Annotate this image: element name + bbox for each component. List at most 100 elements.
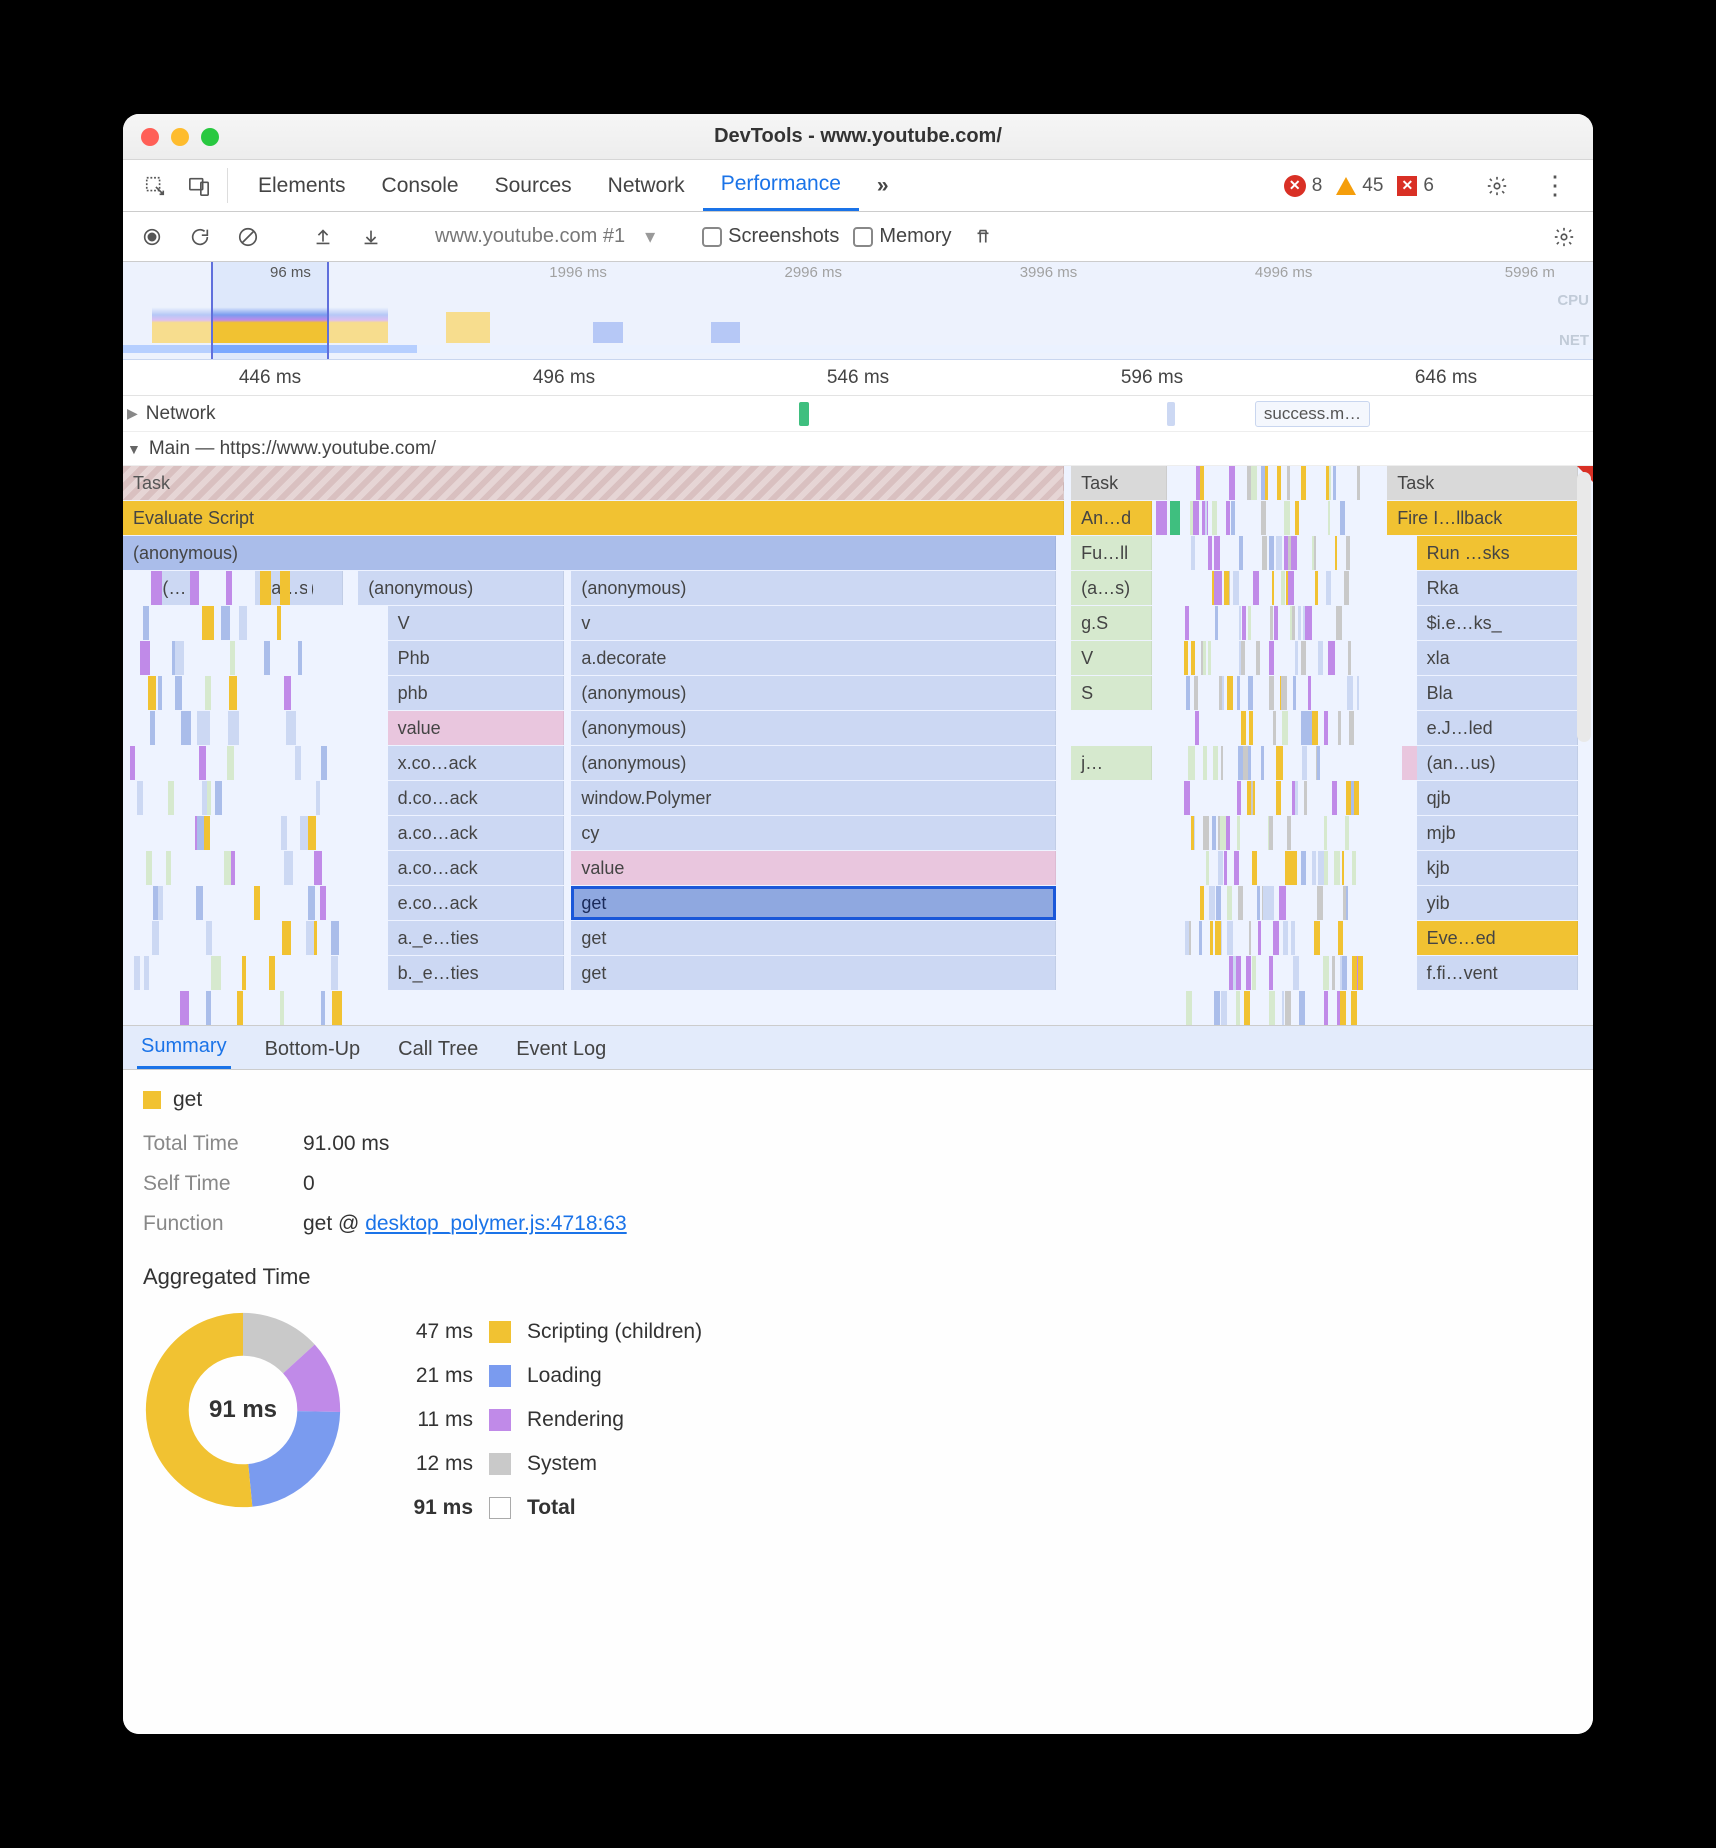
flame-bar[interactable] [298, 641, 303, 675]
flame-bar[interactable]: Task [1387, 466, 1578, 500]
tab-network[interactable]: Network [590, 160, 703, 211]
flame-bar[interactable] [1229, 956, 1233, 990]
flame-bar[interactable] [1326, 571, 1331, 605]
flame-bar[interactable]: e.J…led [1417, 711, 1579, 745]
flame-bar[interactable] [230, 641, 235, 675]
flame-bar[interactable] [1298, 606, 1301, 640]
flame-bar[interactable] [1274, 606, 1278, 640]
flame-bar[interactable]: window.Polymer [571, 781, 1056, 815]
flame-bar[interactable]: xla [1417, 641, 1579, 675]
flame-bar[interactable] [1352, 851, 1357, 885]
flame-bar[interactable] [1293, 676, 1296, 710]
flame-bar[interactable] [181, 711, 191, 745]
flame-bar[interactable]: (anonymous) [571, 676, 1056, 710]
flame-bar[interactable] [221, 606, 230, 640]
flame-bar[interactable] [1295, 641, 1299, 675]
flame-bar[interactable] [1206, 851, 1209, 885]
flame-bar[interactable] [1224, 571, 1229, 605]
warnings-badge[interactable]: 45 [1336, 175, 1383, 197]
flame-bar[interactable] [1272, 571, 1274, 605]
flame-bar[interactable] [1236, 956, 1240, 990]
target-dropdown[interactable]: www.youtube.com #1 ▾ [429, 224, 661, 249]
close-icon[interactable] [141, 128, 159, 146]
flame-bar[interactable] [1200, 466, 1204, 500]
flame-bar[interactable] [320, 886, 326, 920]
flame-bar[interactable] [1273, 711, 1277, 745]
flame-bar[interactable] [1236, 991, 1241, 1025]
flame-bar[interactable] [306, 921, 313, 955]
maximize-icon[interactable] [201, 128, 219, 146]
tab-sources[interactable]: Sources [477, 160, 590, 211]
flame-bar[interactable]: V [388, 606, 564, 640]
flame-bar[interactable] [242, 956, 246, 990]
tab-performance[interactable]: Performance [703, 160, 859, 211]
flame-bar[interactable] [295, 746, 302, 780]
flame-bar[interactable] [1340, 501, 1344, 535]
flame-bar[interactable] [1318, 851, 1324, 885]
flame-bar[interactable]: b._e…ties [388, 956, 564, 990]
flame-bar[interactable]: Bla [1417, 676, 1579, 710]
flame-bar[interactable] [1263, 886, 1270, 920]
flame-bar[interactable]: (anonymous) [123, 536, 1056, 570]
flame-bar[interactable] [280, 991, 284, 1025]
flame-bar[interactable] [1324, 816, 1327, 850]
source-link[interactable]: desktop_polymer.js:4718:63 [365, 1212, 627, 1235]
tabs-overflow-button[interactable]: » [859, 160, 907, 211]
flame-bar[interactable] [1184, 641, 1188, 675]
flame-bar[interactable] [1317, 886, 1323, 920]
flame-bar[interactable] [280, 571, 290, 605]
flame-bar[interactable] [1314, 536, 1316, 570]
flame-bar[interactable]: a.co…ack [388, 816, 564, 850]
flame-bar[interactable] [1287, 816, 1290, 850]
flame-bar[interactable] [1328, 641, 1334, 675]
flame-bar[interactable] [1258, 921, 1261, 955]
flame-bar[interactable] [1256, 641, 1261, 675]
flame-bar[interactable] [1314, 921, 1320, 955]
flame-bar[interactable] [1347, 676, 1353, 710]
flame-bar[interactable] [1242, 606, 1246, 640]
device-toolbar-icon[interactable] [177, 160, 221, 211]
flame-bar[interactable] [1216, 886, 1221, 920]
flame-bar[interactable] [1346, 781, 1351, 815]
flame-bar[interactable] [286, 711, 295, 745]
flame-bar[interactable] [1345, 816, 1349, 850]
inspect-element-icon[interactable] [133, 160, 177, 211]
flame-bar[interactable] [1196, 466, 1199, 500]
flame-bar[interactable]: (anonymous) [571, 746, 1056, 780]
flame-bar[interactable] [1269, 676, 1274, 710]
network-request-bar[interactable] [799, 402, 809, 426]
tab-bottom-up[interactable]: Bottom-Up [261, 1030, 365, 1069]
flame-bar[interactable] [1208, 536, 1212, 570]
flame-bar[interactable] [1252, 851, 1257, 885]
flame-bar[interactable] [1231, 501, 1235, 535]
flame-bar[interactable] [1191, 536, 1195, 570]
minimize-icon[interactable] [171, 128, 189, 146]
flame-bar[interactable]: $i.e…ks_ [1417, 606, 1579, 640]
flame-bar[interactable] [158, 676, 162, 710]
flame-bar[interactable] [1195, 711, 1200, 745]
collapse-icon[interactable]: ▶ [127, 405, 138, 422]
flame-bar[interactable] [1241, 711, 1246, 745]
settings-icon[interactable] [1475, 175, 1519, 197]
flame-bar[interactable]: Fire I…llback [1387, 501, 1578, 535]
timeline-overview[interactable]: 96 ms1996 ms2996 ms3996 ms4996 ms5996 m … [123, 262, 1593, 360]
flame-bar[interactable] [1332, 956, 1335, 990]
flame-bar[interactable] [1208, 641, 1211, 675]
flame-bar[interactable] [1185, 606, 1189, 640]
flame-bar[interactable] [1284, 501, 1290, 535]
flame-bar[interactable] [284, 676, 291, 710]
flame-bar[interactable] [1357, 676, 1360, 710]
flame-bar[interactable] [1293, 956, 1299, 990]
flame-bar[interactable] [151, 571, 161, 605]
flame-bar[interactable]: d.co…ack [388, 781, 564, 815]
flame-bar[interactable] [1277, 466, 1281, 500]
flame-bar[interactable] [1229, 466, 1235, 500]
flame-bar[interactable] [1326, 466, 1329, 500]
flame-bar[interactable] [1304, 781, 1307, 815]
garbage-collect-icon[interactable] [966, 220, 1000, 254]
flame-bar[interactable] [1191, 816, 1194, 850]
flame-bar[interactable] [1185, 921, 1189, 955]
flame-bar[interactable]: e.co…ack [388, 886, 564, 920]
flame-bar[interactable] [1251, 781, 1253, 815]
flame-bar[interactable]: g.S [1071, 606, 1152, 640]
